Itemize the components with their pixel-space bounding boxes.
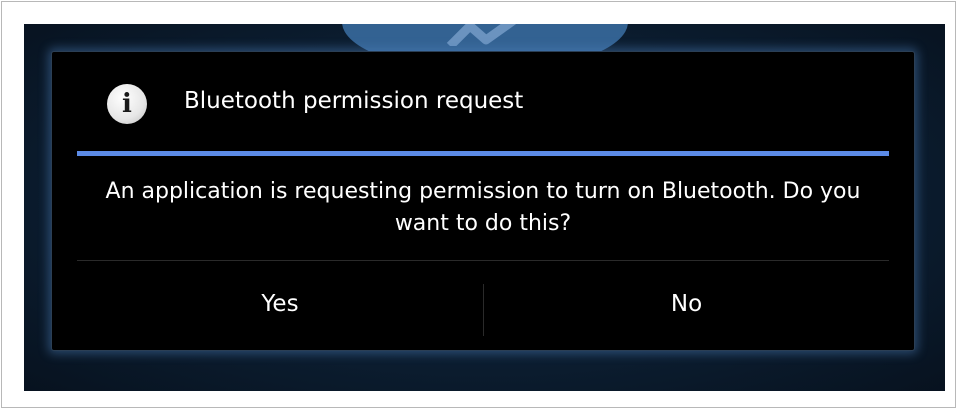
device-screen: i Bluetooth permission request An applic… [24, 24, 945, 391]
dialog-title: Bluetooth permission request [184, 88, 524, 114]
no-button-label: No [670, 291, 703, 317]
no-button[interactable]: No [484, 262, 889, 346]
dialog-message: An application is requesting permission … [105, 179, 861, 236]
yes-button[interactable]: Yes [77, 262, 483, 346]
info-icon: i [107, 84, 147, 124]
yes-button-label: Yes [261, 291, 299, 317]
button-bar-divider [77, 260, 889, 261]
bluetooth-icon [446, 24, 517, 46]
permission-dialog: i Bluetooth permission request An applic… [51, 51, 915, 351]
screenshot-frame: i Bluetooth permission request An applic… [1, 1, 956, 408]
dialog-header: i Bluetooth permission request [52, 52, 914, 152]
title-divider [77, 151, 889, 156]
